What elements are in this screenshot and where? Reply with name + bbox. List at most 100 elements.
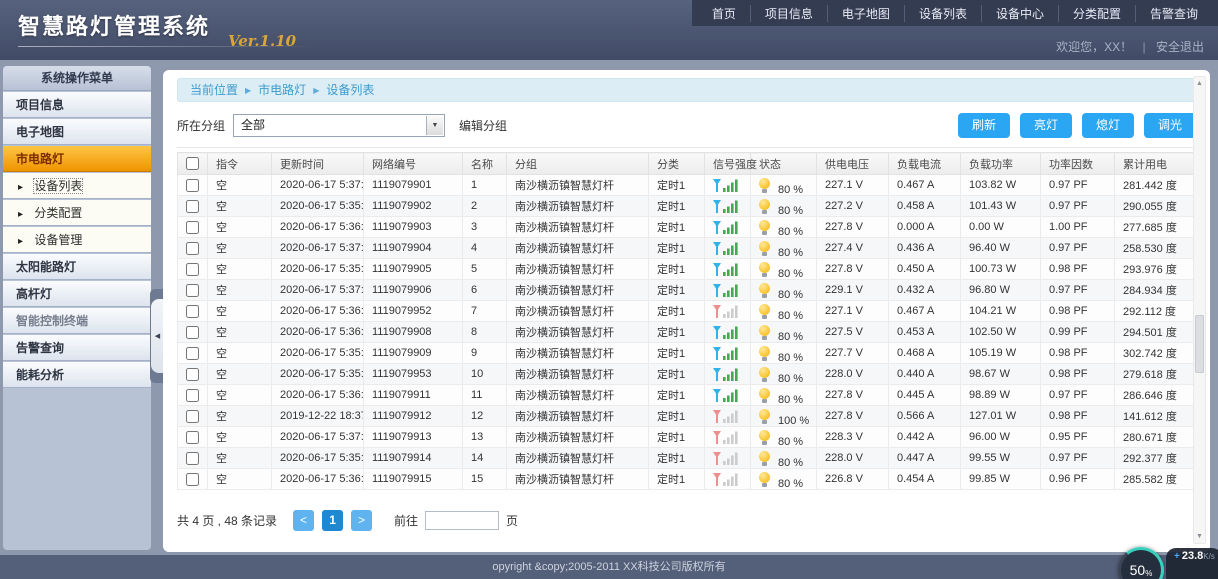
cell-signal — [705, 385, 751, 406]
sidebar-item[interactable]: 智能控制终端 — [3, 308, 151, 334]
cell-status: 80 % — [751, 448, 817, 469]
row-checkbox[interactable] — [186, 410, 199, 423]
column-header: 分组 — [507, 153, 649, 175]
row-checkbox[interactable] — [186, 263, 199, 276]
row-checkbox[interactable] — [186, 431, 199, 444]
row-checkbox[interactable] — [186, 368, 199, 381]
sidebar-item[interactable]: 太阳能路灯 — [3, 254, 151, 280]
select-all-checkbox[interactable] — [186, 157, 199, 170]
cell-network-id: 1119079909 — [364, 343, 463, 364]
cell-current: 0.440 A — [889, 364, 961, 385]
row-checkbox[interactable] — [186, 284, 199, 297]
cell-signal — [705, 280, 751, 301]
panel-scrollbar[interactable]: ▲ ▼ — [1193, 76, 1206, 544]
cell-power: 98.89 W — [961, 385, 1041, 406]
row-checkbox[interactable] — [186, 221, 199, 234]
main-panel: 当前位置市电路灯设备列表 所在分组 全部 ▼ 编辑分组 刷新亮灯熄灯调光 INT… — [163, 70, 1210, 552]
breadcrumb-item[interactable]: 设备列表 — [306, 83, 374, 97]
goto-page-input[interactable] — [425, 511, 499, 530]
page-1-button[interactable]: 1 — [322, 510, 343, 531]
row-checkbox[interactable] — [186, 200, 199, 213]
column-header: 网络编号 — [364, 153, 463, 175]
cell-command: 空 — [208, 322, 272, 343]
sidebar: 系统操作菜单 项目信息 电子地图 市电路灯 设备列表 分类配置 设备管理 — [3, 66, 151, 550]
app-version: Ver.1.10 — [228, 32, 296, 50]
group-select[interactable]: 全部 ▼ — [233, 114, 445, 137]
sidebar-item[interactable]: 能耗分析 — [3, 362, 151, 388]
edit-group-link[interactable]: 编辑分组 — [459, 117, 507, 134]
cell-current: 0.450 A — [889, 259, 961, 280]
cell-status: 80 % — [751, 343, 817, 364]
sidebar-item[interactable]: 市电路灯 — [3, 146, 151, 172]
toolbar-button[interactable]: 调光 — [1144, 113, 1196, 138]
cell-power: 105.19 W — [961, 343, 1041, 364]
sidebar-item-label: 设备列表 — [34, 179, 82, 193]
column-header: 供电电压 — [817, 153, 889, 175]
sidebar-item[interactable]: 设备列表 — [3, 173, 151, 199]
cell-network-id: 1119079906 — [364, 280, 463, 301]
cell-category: 定时1 — [649, 343, 705, 364]
row-checkbox[interactable] — [186, 473, 199, 486]
cell-group: 南沙横沥镇智慧灯杆 — [507, 343, 649, 364]
table-row: 空 2020-06-17 5:37:35 1119079906 6 南沙横沥镇智… — [178, 280, 1199, 301]
cell-voltage: 227.1 V — [817, 301, 889, 322]
prev-page-button[interactable]: < — [293, 510, 314, 531]
scroll-up-icon[interactable]: ▲ — [1194, 77, 1205, 90]
row-checkbox[interactable] — [186, 347, 199, 360]
cell-updated: 2020-06-17 5:36:47 — [272, 469, 364, 490]
top-nav-item[interactable]: 分类配置 — [1058, 5, 1135, 22]
signal-strength-icon — [713, 284, 738, 297]
row-checkbox[interactable] — [186, 389, 199, 402]
breadcrumb: 当前位置市电路灯设备列表 — [177, 78, 1196, 102]
upload-speed: +23.8K/s — [1174, 550, 1214, 562]
cell-signal — [705, 259, 751, 280]
row-checkbox[interactable] — [186, 179, 199, 192]
sidebar-item[interactable]: 分类配置 — [3, 200, 151, 226]
row-checkbox[interactable] — [186, 305, 199, 318]
sidebar-item[interactable]: 设备管理 — [3, 227, 151, 253]
cell-command: 空 — [208, 196, 272, 217]
top-nav-item[interactable]: 设备列表 — [904, 5, 981, 22]
cell-category: 定时1 — [649, 196, 705, 217]
top-nav-item[interactable]: 项目信息 — [750, 5, 827, 22]
breadcrumb-item[interactable]: 市电路灯 — [238, 83, 306, 97]
upload-arrow-icon: + — [1174, 551, 1180, 562]
sidebar-item[interactable]: 告警查询 — [3, 335, 151, 361]
logout-link[interactable]: 安全退出 — [1156, 40, 1204, 54]
brightness-value: 80 % — [778, 268, 803, 280]
cell-power-factor: 0.97 PF — [1041, 175, 1115, 196]
toolbar-button[interactable]: 亮灯 — [1020, 113, 1072, 138]
column-header: 信号强度 — [705, 153, 751, 175]
top-nav-item[interactable]: 设备中心 — [981, 5, 1058, 22]
table-row: 空 2020-06-17 5:35:09 1119079914 14 南沙横沥镇… — [178, 448, 1199, 469]
next-page-button[interactable]: > — [351, 510, 372, 531]
chevron-down-icon[interactable]: ▼ — [426, 116, 443, 135]
sidebar-item[interactable]: 高杆灯 — [3, 281, 151, 307]
row-checkbox[interactable] — [186, 326, 199, 339]
toolbar-button[interactable]: 熄灯 — [1082, 113, 1134, 138]
toolbar-button[interactable]: 刷新 — [958, 113, 1010, 138]
cell-voltage: 229.1 V — [817, 280, 889, 301]
sidebar-item[interactable]: 项目信息 — [3, 92, 151, 118]
cell-power-factor: 1.00 PF — [1041, 217, 1115, 238]
cell-name: 12 — [463, 406, 507, 427]
cell-energy: 285.582 度 — [1115, 469, 1199, 490]
cell-power: 96.80 W — [961, 280, 1041, 301]
row-checkbox[interactable] — [186, 452, 199, 465]
sidebar-item-label: 项目信息 — [16, 98, 64, 112]
pagination-summary: 共 4 页 , 48 条记录 — [177, 512, 277, 529]
cell-updated: 2020-06-17 5:35:39 — [272, 196, 364, 217]
table-row: 空 2020-06-17 5:35:39 1119079902 2 南沙横沥镇智… — [178, 196, 1199, 217]
cell-group: 南沙横沥镇智慧灯杆 — [507, 406, 649, 427]
top-nav-item[interactable]: 电子地图 — [827, 5, 904, 22]
row-checkbox-cell — [178, 196, 208, 217]
scroll-down-icon[interactable]: ▼ — [1194, 530, 1205, 543]
cell-voltage: 228.0 V — [817, 448, 889, 469]
top-nav-item[interactable]: 告警查询 — [1135, 5, 1212, 22]
top-nav-item[interactable]: 首页 — [698, 5, 750, 22]
scrollbar-thumb[interactable] — [1195, 315, 1204, 373]
cell-group: 南沙横沥镇智慧灯杆 — [507, 238, 649, 259]
row-checkbox[interactable] — [186, 242, 199, 255]
signal-strength-icon — [713, 389, 738, 402]
sidebar-item[interactable]: 电子地图 — [3, 119, 151, 145]
